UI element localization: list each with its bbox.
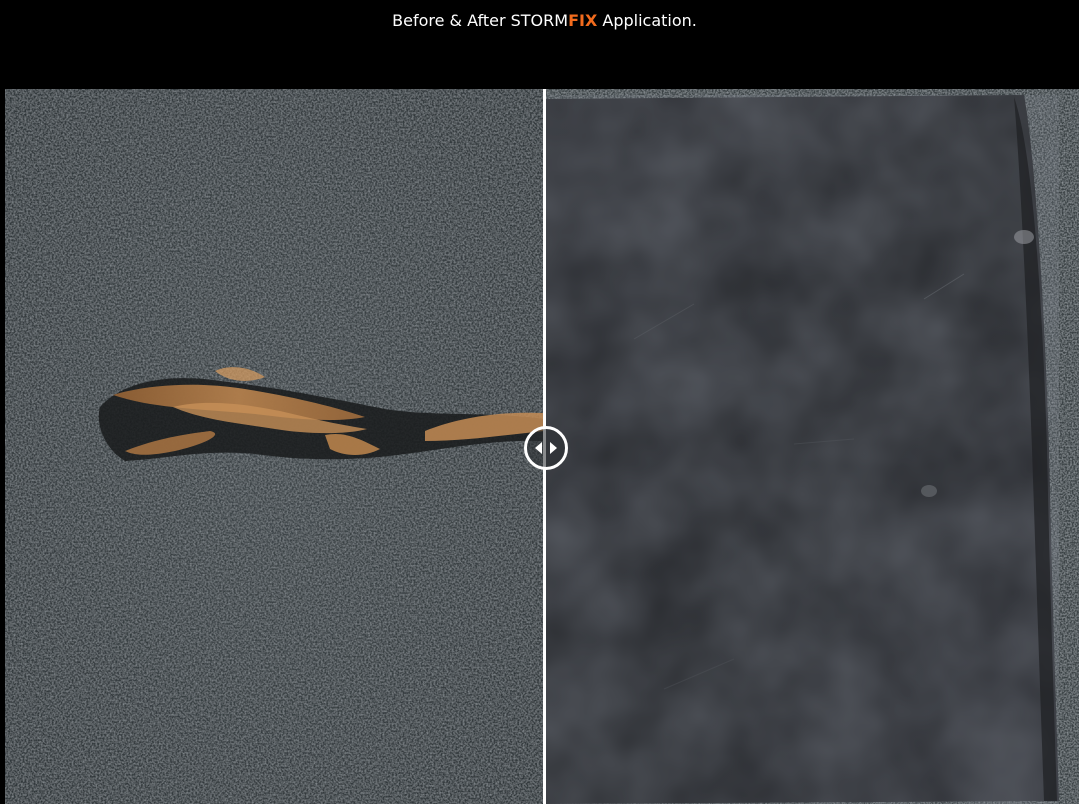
- before-image: [5, 89, 544, 804]
- slider-handle[interactable]: [524, 426, 568, 470]
- chevron-left-icon: [535, 442, 542, 454]
- page-title: Before & After STORMFIX Application.: [0, 10, 1079, 32]
- before-after-comparison[interactable]: [5, 89, 1079, 804]
- title-suffix: Application.: [597, 11, 697, 30]
- title-brand-highlight: FIX: [568, 11, 598, 30]
- page: Before & After STORMFIX Application.: [0, 0, 1079, 804]
- damaged-shingle-photo: [5, 89, 544, 804]
- chevron-right-icon: [550, 442, 557, 454]
- repaired-shingle-photo: [544, 89, 1079, 804]
- title-prefix: Before & After STORM: [392, 11, 569, 30]
- after-image: [544, 89, 1079, 804]
- header: Before & After STORMFIX Application.: [0, 0, 1079, 89]
